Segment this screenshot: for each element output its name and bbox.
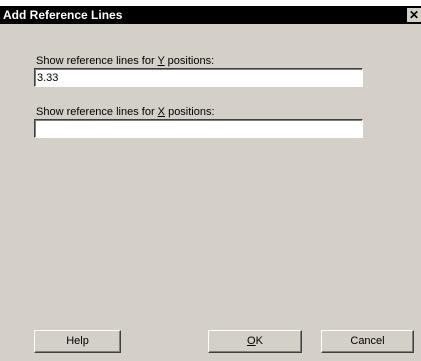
help-button[interactable]: Help bbox=[34, 330, 121, 353]
ok-key: O bbox=[247, 335, 256, 347]
y-label-prefix: Show reference lines for bbox=[36, 55, 158, 67]
x-label-key: X bbox=[157, 106, 166, 118]
x-positions-input[interactable] bbox=[34, 119, 363, 138]
ok-button[interactable]: OK bbox=[208, 330, 302, 353]
x-label-suffix: positions: bbox=[165, 106, 215, 118]
add-reference-lines-dialog: Add Reference Lines ✕ Show reference lin… bbox=[0, 6, 421, 361]
y-positions-label: Show reference lines for Y positions: bbox=[36, 55, 214, 67]
y-label-suffix: positions: bbox=[164, 55, 215, 67]
cancel-button[interactable]: Cancel bbox=[321, 330, 414, 353]
ok-rest: K bbox=[255, 335, 263, 347]
title-bar: Add Reference Lines ✕ bbox=[0, 6, 421, 24]
dialog-title: Add Reference Lines bbox=[3, 8, 123, 22]
y-label-key: Y bbox=[157, 55, 165, 67]
x-positions-label: Show reference lines for X positions: bbox=[36, 106, 215, 118]
x-label-prefix: Show reference lines for bbox=[36, 106, 158, 118]
close-icon[interactable]: ✕ bbox=[407, 8, 421, 22]
y-positions-input[interactable] bbox=[34, 68, 363, 87]
